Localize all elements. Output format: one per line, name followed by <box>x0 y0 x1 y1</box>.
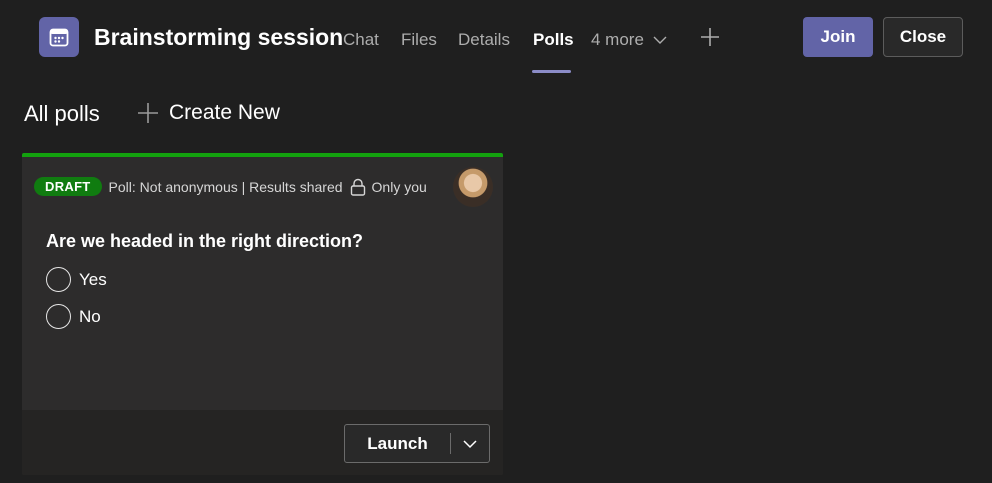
page-title: All polls <box>24 101 100 126</box>
chevron-down-icon <box>463 439 477 448</box>
close-button[interactable]: Close <box>883 17 963 57</box>
poll-card: DRAFT Poll: Not anonymous | Results shar… <box>22 153 503 475</box>
tab-files[interactable]: Files <box>401 30 437 50</box>
add-tab-icon[interactable] <box>699 26 721 48</box>
radio-button[interactable] <box>46 304 71 329</box>
calendar-icon <box>39 17 79 57</box>
poll-card-footer: Launch <box>22 410 503 475</box>
create-new-label: Create New <box>169 101 280 124</box>
poll-question: Are we headed in the right direction? <box>46 231 364 251</box>
option-label: Yes <box>79 269 107 289</box>
avatar <box>453 167 493 207</box>
poll-option-no[interactable]: No <box>46 304 101 329</box>
lock-icon <box>350 178 365 196</box>
tab-polls[interactable]: Polls <box>533 30 574 50</box>
chevron-down-icon <box>653 36 667 44</box>
active-tab-indicator <box>532 70 571 73</box>
launch-options-dropdown[interactable] <box>451 425 489 462</box>
more-tabs-dropdown[interactable]: 4 more <box>591 30 668 50</box>
launch-button[interactable]: Launch <box>345 425 450 462</box>
poll-settings-text: Poll: Not anonymous | Results shared <box>108 178 343 195</box>
visibility-label: Only you <box>371 178 427 195</box>
more-tabs-label: 4 more <box>591 30 644 49</box>
meeting-header: Brainstorming session Chat Files Details… <box>0 0 992 76</box>
join-button[interactable]: Join <box>803 17 873 57</box>
poll-option-yes[interactable]: Yes <box>46 267 107 292</box>
launch-split-button: Launch <box>344 424 490 463</box>
meeting-title: Brainstorming session <box>94 24 344 50</box>
radio-button[interactable] <box>46 267 71 292</box>
tab-details[interactable]: Details <box>458 30 510 50</box>
option-label: No <box>79 306 101 326</box>
tab-chat[interactable]: Chat <box>343 30 379 50</box>
poll-header-row: DRAFT Poll: Not anonymous | Results shar… <box>34 177 427 196</box>
create-new-button[interactable]: Create New <box>137 101 280 125</box>
status-badge: DRAFT <box>34 177 102 196</box>
plus-icon <box>138 103 158 123</box>
